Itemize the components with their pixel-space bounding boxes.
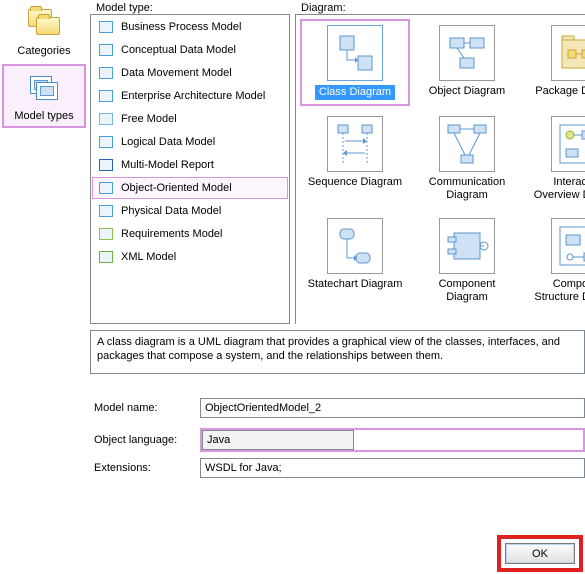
model-type-label: Free Model	[121, 113, 177, 125]
model-type-label: Conceptual Data Model	[121, 44, 236, 56]
model-type-label: Object-Oriented Model	[121, 182, 232, 194]
diagram-label: Class Diagram	[315, 85, 395, 100]
model-stack-icon	[26, 72, 62, 106]
diagram-item[interactable]: Object Diagram	[412, 19, 522, 106]
model-type-label: Requirements Model	[121, 228, 223, 240]
category-categories[interactable]: Categories	[0, 0, 88, 62]
category-model-types[interactable]: Model types	[2, 64, 86, 128]
model-type-list[interactable]: Business Process Model Conceptual Data Mo…	[90, 14, 290, 324]
model-type-icon	[97, 110, 115, 128]
diagram-item[interactable]: Communication Diagram	[412, 110, 522, 208]
diagram-item[interactable]: Sequence Diagram	[300, 110, 410, 208]
category-panel: Categories Model types	[0, 0, 88, 130]
model-type-label: Enterprise Architecture Model	[121, 90, 265, 102]
folder-stack-icon	[26, 7, 62, 41]
model-types-label: Model types	[14, 110, 73, 122]
diagram-item[interactable]: Interaction Overview Diagram	[524, 110, 585, 208]
model-type-item[interactable]: XML Model	[92, 246, 288, 268]
model-type-icon	[97, 133, 115, 151]
diagram-icon	[551, 218, 585, 274]
object-language-label: Object language:	[90, 434, 194, 446]
diagram-label: Communication Diagram	[418, 176, 516, 202]
model-type-icon	[97, 156, 115, 174]
diagram-item[interactable]: Class Diagram	[300, 19, 410, 106]
categories-label: Categories	[17, 45, 70, 57]
model-type-item[interactable]: Logical Data Model	[92, 131, 288, 153]
model-type-item[interactable]: Conceptual Data Model	[92, 39, 288, 61]
model-name-input[interactable]	[200, 398, 585, 418]
diagram-label: Composite Structure Diagram	[530, 278, 585, 304]
model-type-icon	[97, 18, 115, 36]
model-type-label: Data Movement Model	[121, 67, 232, 79]
model-type-icon	[97, 179, 115, 197]
diagram-icon	[439, 218, 495, 274]
model-type-label: Physical Data Model	[121, 205, 221, 217]
model-type-label: Multi-Model Report	[121, 159, 214, 171]
model-type-icon	[97, 41, 115, 59]
diagram-icon	[327, 116, 383, 172]
model-type-label: Business Process Model	[121, 21, 241, 33]
description-text: A class diagram is a UML diagram that pr…	[90, 330, 585, 374]
model-type-item[interactable]: Data Movement Model	[92, 62, 288, 84]
object-language-highlight	[200, 428, 585, 452]
diagram-label: Statechart Diagram	[308, 278, 403, 291]
diagram-panel: Class Diagram Object Diagram Package Diagr…	[295, 14, 585, 324]
diagram-label: Component Diagram	[418, 278, 516, 304]
model-type-icon	[97, 202, 115, 220]
diagram-icon	[439, 25, 495, 81]
diagram-item[interactable]: Composite Structure Diagram	[524, 212, 585, 310]
model-type-icon	[97, 64, 115, 82]
diagram-label: Sequence Diagram	[308, 176, 402, 189]
diagram-grid: Class Diagram Object Diagram Package Diagr…	[296, 15, 585, 314]
diagram-label: Package Diagram	[535, 85, 585, 98]
model-type-item[interactable]: Multi-Model Report	[92, 154, 288, 176]
model-type-item[interactable]: Business Process Model	[92, 16, 288, 38]
diagram-icon	[551, 116, 585, 172]
diagram-item[interactable]: Component Diagram	[412, 212, 522, 310]
model-name-label: Model name:	[90, 402, 194, 414]
diagram-icon	[327, 218, 383, 274]
object-language-combo[interactable]	[202, 430, 354, 450]
model-type-item[interactable]: Requirements Model	[92, 223, 288, 245]
diagram-icon	[439, 116, 495, 172]
model-type-item[interactable]: Physical Data Model	[92, 200, 288, 222]
ok-button[interactable]: OK	[505, 543, 575, 564]
diagram-label: Object Diagram	[429, 85, 505, 98]
diagram-icon	[327, 25, 383, 81]
extensions-input[interactable]	[200, 458, 585, 478]
diagram-item[interactable]: Package Diagram	[524, 19, 585, 106]
model-type-icon	[97, 248, 115, 266]
diagram-item[interactable]: Statechart Diagram	[300, 212, 410, 310]
model-type-label: Logical Data Model	[121, 136, 215, 148]
model-type-item[interactable]: Enterprise Architecture Model	[92, 85, 288, 107]
model-type-icon	[97, 87, 115, 105]
model-type-item[interactable]: Free Model	[92, 108, 288, 130]
diagram-label: Interaction Overview Diagram	[530, 176, 585, 202]
model-type-label: XML Model	[121, 251, 176, 263]
model-type-icon	[97, 225, 115, 243]
diagram-icon	[551, 25, 585, 81]
extensions-label: Extensions:	[90, 462, 194, 474]
ok-highlight: OK	[497, 535, 583, 572]
model-type-item[interactable]: Object-Oriented Model	[92, 177, 288, 199]
